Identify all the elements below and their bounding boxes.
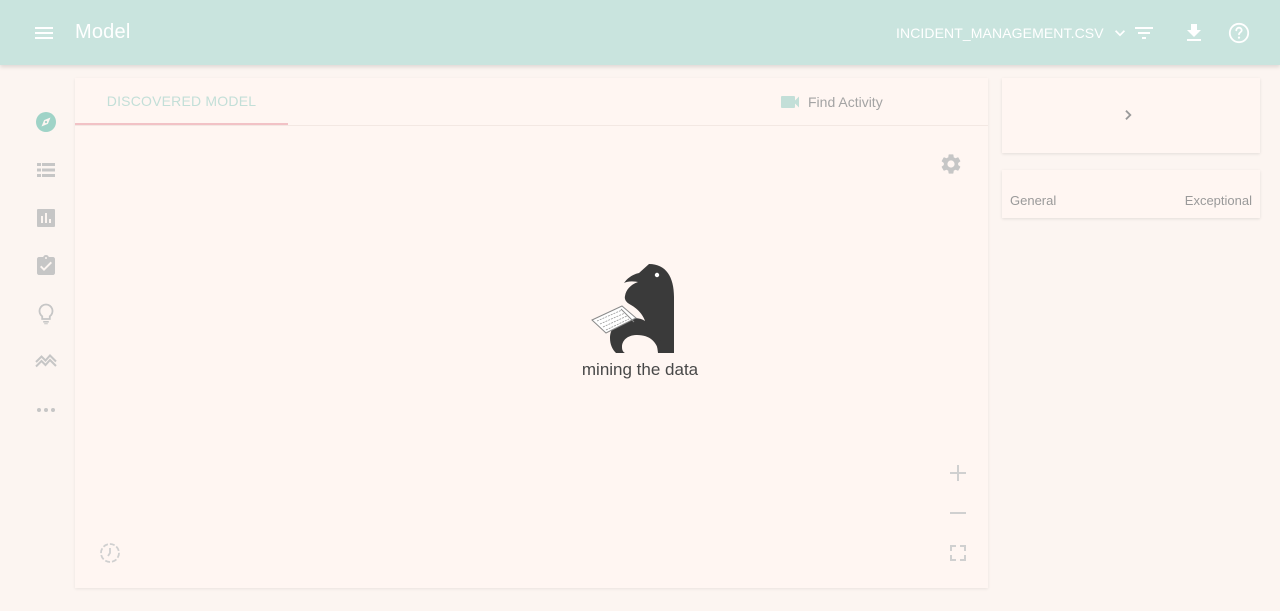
more-icon[interactable] [34, 398, 58, 422]
compass-icon[interactable] [34, 110, 58, 134]
case-type-tabs: General Exceptional [1002, 170, 1260, 218]
chevron-down-icon [1114, 30, 1125, 37]
file-selector[interactable]: INCIDENT_MANAGEMENT.CSV [896, 22, 1130, 44]
filter-icon[interactable] [1132, 21, 1156, 45]
menu-icon[interactable] [32, 21, 56, 45]
assignment-check-icon[interactable] [34, 254, 58, 278]
help-icon[interactable] [1227, 21, 1251, 45]
video-camera-icon [781, 96, 799, 108]
zoom-out-icon[interactable] [946, 501, 970, 525]
chart-icon[interactable] [34, 206, 58, 230]
top-app-bar: Model INCIDENT_MANAGEMENT.CSV [0, 0, 1280, 65]
tab-exceptional[interactable]: Exceptional [1185, 193, 1252, 208]
loading-text: mining the data [581, 360, 699, 379]
chevron-right-icon[interactable] [1118, 104, 1140, 126]
navigation-rail [0, 65, 75, 611]
model-tabs: DISCOVERED MODEL Find Activity [75, 78, 988, 126]
details-panel [1002, 78, 1260, 153]
tab-discovered-model-label: DISCOVERED MODEL [106, 92, 257, 109]
tab-general[interactable]: General [1010, 193, 1056, 208]
history-icon[interactable] [98, 541, 122, 565]
penguin-mascot-icon [591, 264, 674, 353]
tab-discovered-model[interactable]: DISCOVERED MODEL [75, 78, 288, 125]
gear-icon[interactable] [939, 152, 963, 176]
file-name: INCIDENT_MANAGEMENT.CSV [896, 25, 1104, 41]
zoom-in-icon[interactable] [946, 461, 970, 485]
download-icon[interactable] [1182, 21, 1206, 45]
list-icon[interactable] [34, 158, 58, 182]
find-activity-button[interactable]: Find Activity [778, 91, 883, 113]
find-activity-label: Find Activity [808, 94, 883, 110]
trend-icon[interactable] [34, 350, 58, 374]
page-title: Model [75, 21, 131, 43]
lightbulb-icon[interactable] [34, 302, 58, 326]
model-panel: DISCOVERED MODEL Find Activity mining th… [75, 78, 988, 588]
fullscreen-icon[interactable] [946, 541, 970, 565]
